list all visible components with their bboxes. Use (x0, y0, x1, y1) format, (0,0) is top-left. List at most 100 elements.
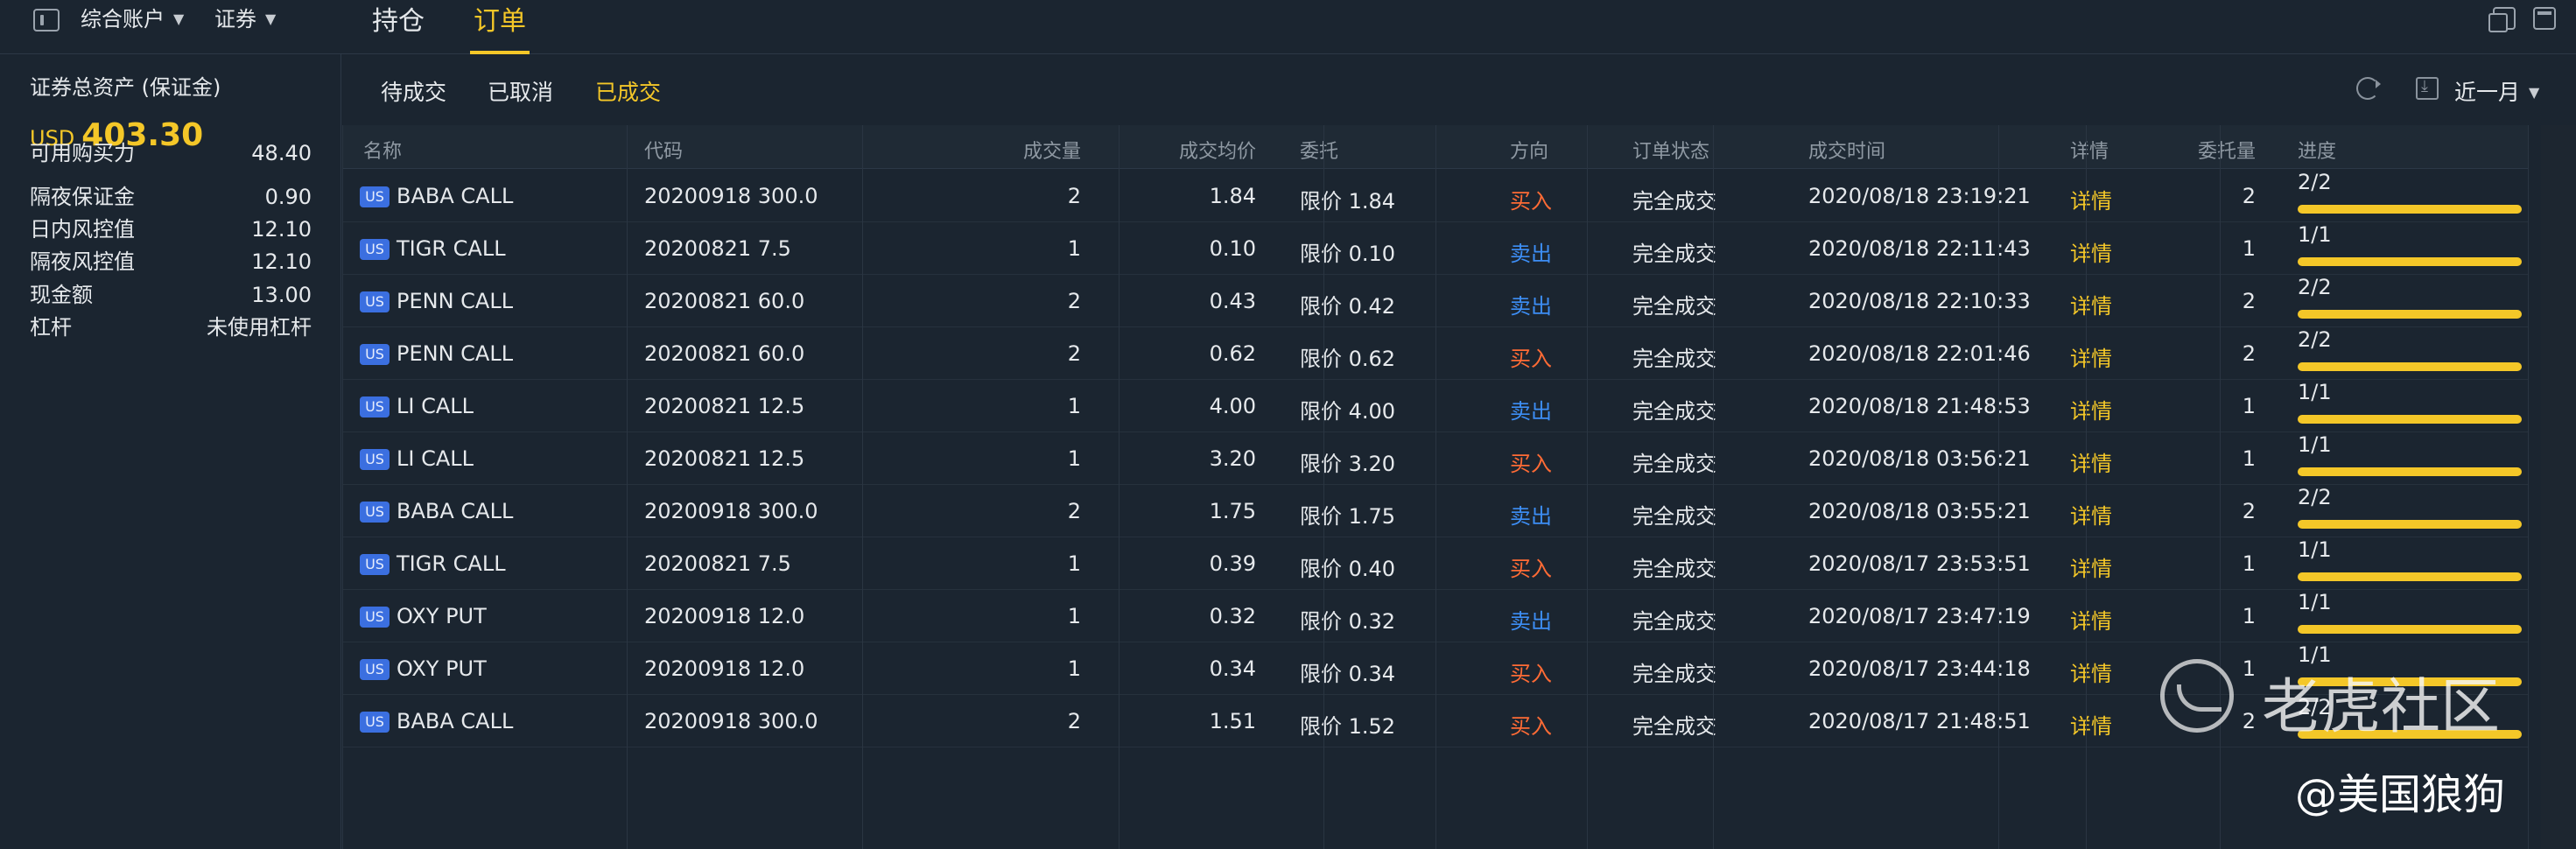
detail-link[interactable]: 详情 (2070, 551, 2112, 582)
subtab-pending[interactable]: 待成交 (381, 75, 446, 107)
filled-quantity: 1 (1067, 551, 1081, 576)
average-price: 1.75 (1209, 499, 1256, 523)
detail-link[interactable]: 详情 (2070, 709, 2112, 740)
filled-quantity: 2 (1067, 289, 1081, 313)
account-row-value: 0.90 (264, 185, 312, 209)
contract-code: 20200918 12.0 (644, 656, 805, 681)
order-status: 完全成交 (1632, 714, 1716, 739)
column-divider (2528, 125, 2529, 849)
detail-link[interactable]: 详情 (2070, 394, 2112, 424)
detail-link[interactable]: 详情 (2070, 184, 2112, 214)
instrument-name: US PENN CALL (360, 341, 513, 366)
progress-bar (2298, 467, 2522, 476)
panel-icon[interactable] (2533, 7, 2556, 30)
order-quantity: 1 (2242, 604, 2256, 628)
progress-text: 2/2 (2298, 275, 2332, 299)
account-row-value: 12.10 (251, 217, 312, 242)
column-header[interactable]: 成交时间 (1808, 136, 1885, 164)
average-price: 1.51 (1209, 709, 1256, 733)
average-price: 0.32 (1209, 604, 1256, 628)
progress-bar (2298, 625, 2522, 634)
date-range-selector[interactable]: 近一月 ▼ (2454, 75, 2539, 107)
detail-link[interactable]: 详情 (2070, 499, 2112, 530)
filled-quantity: 2 (1067, 709, 1081, 733)
detail-link[interactable]: 详情 (2070, 446, 2112, 477)
order-status: 完全成交 (1632, 294, 1716, 319)
order-price: 限价 1.84 (1300, 189, 1396, 214)
contract-code: 20200821 60.0 (644, 341, 805, 366)
category-selector[interactable]: 证券 ▼ (214, 5, 276, 33)
column-header[interactable]: 方向 (1510, 136, 1548, 164)
order-side: 卖出 (1510, 504, 1552, 529)
average-price: 0.43 (1209, 289, 1256, 313)
progress-bar (2298, 310, 2522, 319)
account-row-label: 日内风控值 (30, 217, 135, 242)
column-divider (1713, 125, 1714, 849)
column-header[interactable]: 详情 (2070, 136, 2109, 164)
column-divider (2086, 125, 2087, 849)
order-price: 限价 1.52 (1300, 714, 1396, 739)
detail-link[interactable]: 详情 (2070, 656, 2112, 687)
subtab-filled[interactable]: 已成交 (595, 75, 661, 107)
order-price: 限价 4.00 (1300, 399, 1396, 424)
filled-quantity: 1 (1067, 604, 1081, 628)
download-icon[interactable] (2416, 77, 2439, 100)
instrument-name-text: LI CALL (397, 446, 474, 471)
order-quantity: 1 (2242, 446, 2256, 471)
account-row-value: 未使用杠杆 (207, 315, 312, 340)
filled-quantity: 2 (1067, 341, 1081, 366)
progress-text: 2/2 (2298, 485, 2332, 509)
order-status: 完全成交 (1632, 557, 1716, 581)
column-header[interactable]: 成交均价 (1179, 136, 1256, 164)
refresh-icon[interactable] (2356, 77, 2381, 100)
order-status: 完全成交 (1632, 609, 1716, 634)
tab-orders[interactable]: 订单 (470, 0, 530, 54)
instrument-name-text: OXY PUT (397, 656, 487, 681)
detail-link[interactable]: 详情 (2070, 236, 2112, 267)
column-header[interactable]: 代码 (644, 136, 683, 164)
column-header[interactable]: 成交量 (1023, 136, 1081, 164)
trading-app: 综合账户 ▼ 证券 ▼ 持仓 订单 证券总资产 (保证金) USD 403.30 可用… (0, 0, 2576, 849)
market-badge: US (360, 291, 390, 312)
column-header[interactable]: 委托量 (2198, 136, 2256, 164)
contract-code: 20200918 12.0 (644, 604, 805, 628)
instrument-name: US OXY PUT (360, 604, 487, 628)
column-header[interactable]: 订单状态 (1632, 136, 1709, 164)
tab-orders-label: 订单 (474, 6, 526, 37)
filled-quantity: 1 (1067, 656, 1081, 681)
order-side: 买入 (1510, 662, 1552, 686)
detail-link[interactable]: 详情 (2070, 341, 2112, 372)
market-badge: US (360, 607, 390, 628)
watermark-brand: 老虎社区 (2262, 673, 2501, 742)
column-header[interactable]: 名称 (363, 136, 402, 164)
contract-code: 20200918 300.0 (644, 709, 818, 733)
account-row-label: 隔夜风控值 (30, 249, 135, 274)
detail-link[interactable]: 详情 (2070, 289, 2112, 319)
column-divider (1587, 125, 1588, 849)
account-selector[interactable]: 综合账户 ▼ (81, 5, 184, 33)
account-row-value: 48.40 (251, 141, 312, 165)
scrollbar-rail[interactable] (2541, 125, 2576, 849)
caret-down-icon: ▼ (2529, 84, 2540, 101)
contract-code: 20200918 300.0 (644, 499, 818, 523)
detail-link[interactable]: 详情 (2070, 604, 2112, 635)
column-header[interactable]: 委托 (1300, 136, 1338, 164)
column-header[interactable]: 进度 (2298, 136, 2336, 164)
top-bar: 综合账户 ▼ 证券 ▼ 持仓 订单 (0, 0, 2576, 54)
order-price: 限价 0.10 (1300, 242, 1396, 266)
order-quantity: 1 (2242, 656, 2256, 681)
tab-positions[interactable]: 持仓 (372, 0, 425, 54)
progress-bar (2298, 415, 2522, 424)
account-row: 杠杆 未使用杠杆 (30, 312, 312, 342)
watermark-author: @美国狼狗 (2295, 770, 2506, 819)
market-badge: US (360, 449, 390, 470)
instrument-name: US LI CALL (360, 394, 474, 418)
account-row-label: 杠杆 (30, 315, 72, 340)
subtab-cancelled[interactable]: 已取消 (488, 75, 553, 107)
account-row: 日内风控值 12.10 (30, 214, 312, 244)
copy-window-icon[interactable] (2488, 7, 2516, 32)
fill-time: 2020/08/18 23:19:21 (1808, 184, 2031, 208)
order-status: 完全成交 (1632, 662, 1716, 686)
fill-time: 2020/08/18 22:01:46 (1808, 341, 2031, 366)
sidebar-toggle-icon[interactable] (33, 9, 60, 32)
